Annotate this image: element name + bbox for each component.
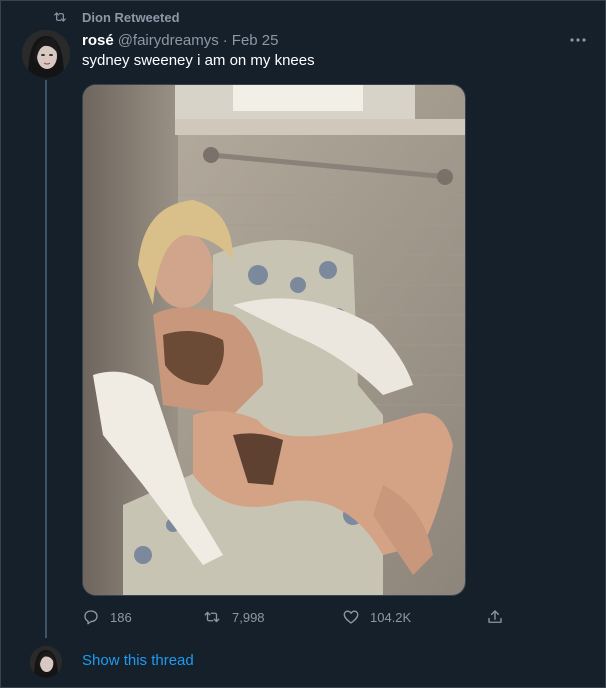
more-icon[interactable] (568, 30, 588, 50)
author-name[interactable]: rosé (82, 32, 114, 49)
thread-connector-line (45, 80, 47, 638)
share-icon (488, 610, 502, 623)
avatar[interactable] (22, 30, 70, 78)
thread-avatar[interactable] (30, 646, 62, 678)
retweet-context[interactable]: Dion Retweeted (52, 8, 180, 26)
tweet-date[interactable]: Feb 25 (232, 32, 279, 49)
author-handle[interactable]: @fairydreamys (118, 32, 219, 49)
retweet-button[interactable]: 7,998 (202, 608, 265, 626)
retweet-action-icon (204, 611, 220, 623)
retweet-count: 7,998 (232, 609, 265, 625)
retweet-label[interactable]: Dion Retweeted (82, 10, 180, 25)
tweet-text: sydney sweeney i am on my knees (82, 52, 315, 69)
like-button[interactable]: 104.2K (342, 608, 411, 626)
tweet-photo[interactable] (82, 84, 466, 596)
retweet-icon (54, 12, 66, 22)
tweet-header: rosé @fairydreamys · Feb 25 (82, 30, 278, 50)
share-button[interactable] (486, 608, 514, 626)
photo-illustration (83, 85, 465, 595)
like-count: 104.2K (370, 609, 412, 625)
more-dots-icon (570, 38, 586, 42)
reply-button[interactable]: 186 (82, 608, 132, 626)
heart-icon (343, 610, 359, 624)
reply-icon (84, 610, 98, 625)
reply-count: 186 (110, 609, 132, 625)
avatar-photo (22, 30, 70, 78)
thread-avatar-photo (30, 646, 62, 678)
header-separator: · (222, 31, 228, 49)
tweet-actions: 186 7,998 104.2K (82, 608, 512, 630)
show-thread-link[interactable]: Show this thread (82, 652, 194, 669)
